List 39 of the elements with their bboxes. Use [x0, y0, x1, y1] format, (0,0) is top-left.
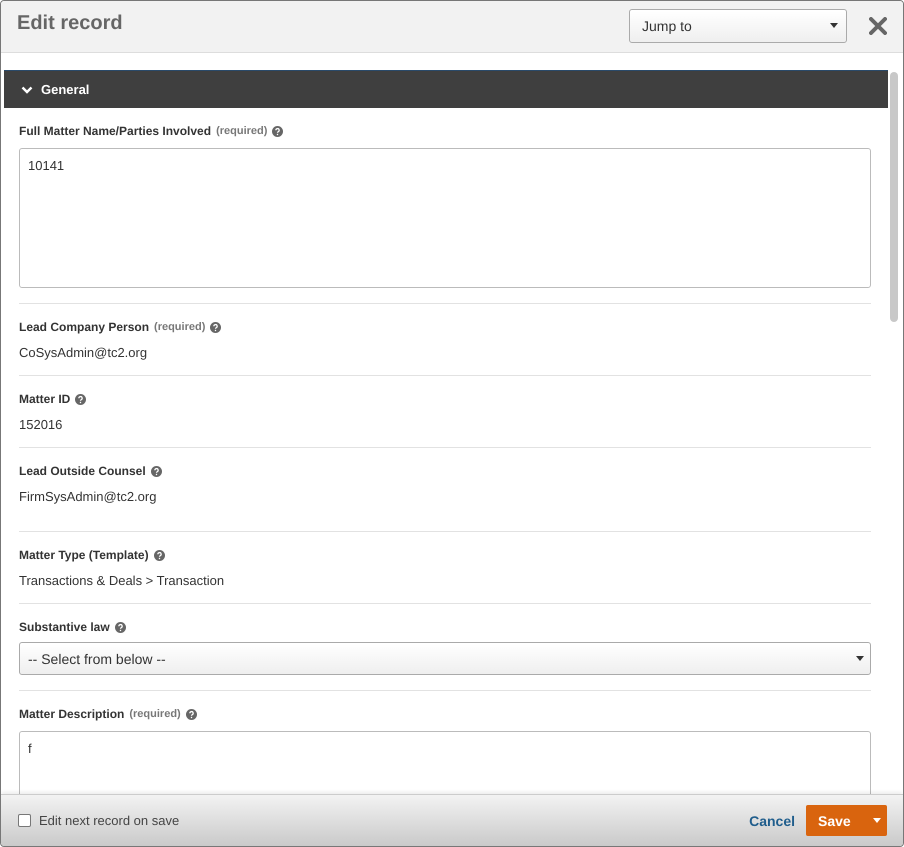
field-label: Full Matter Name/Parties Involved — [19, 124, 212, 138]
field-value: f — [28, 741, 32, 756]
help-icon[interactable] — [75, 394, 86, 404]
help-icon[interactable] — [114, 622, 126, 632]
field-value: 10141 — [28, 158, 64, 173]
section-header[interactable]: General — [4, 70, 888, 108]
field-value: FirmSysAdmin@tc2.org — [19, 489, 158, 504]
field-label: Lead Company Person — [19, 320, 150, 334]
cancel-link[interactable]: Cancel — [749, 812, 795, 828]
select-dropdown[interactable]: -- Select from below -- — [19, 642, 871, 675]
help-icon[interactable] — [186, 708, 197, 720]
chevron-icon — [21, 86, 33, 94]
field-label: Matter Description — [19, 707, 124, 721]
section-title: General — [41, 82, 90, 97]
field-label: Lead Outside Counsel — [19, 464, 146, 478]
checkbox-label: Edit next record on save — [39, 813, 180, 828]
caret-icon — [830, 23, 838, 28]
help-icon[interactable] — [150, 466, 162, 476]
scrollbar-thumb[interactable] — [890, 72, 898, 322]
caret-icon — [856, 656, 864, 661]
required-note: (required) — [216, 125, 268, 137]
save-button[interactable]: Save — [806, 805, 887, 836]
required-note: (required) — [154, 321, 206, 333]
jump-to-dropdown[interactable]: Jump to — [629, 8, 847, 42]
field-label: Substantive law — [19, 620, 110, 634]
checkbox[interactable] — [18, 814, 31, 827]
help-icon[interactable] — [154, 550, 165, 560]
required-note: (required) — [129, 708, 181, 720]
field-value: CoSysAdmin@tc2.org — [19, 345, 148, 360]
field-value: 152016 — [19, 417, 64, 432]
field-label: Matter ID — [19, 392, 70, 406]
field-label: Matter Type (Template) — [19, 548, 149, 562]
window-title: Edit record — [17, 12, 124, 35]
help-icon[interactable] — [272, 126, 284, 136]
close-icon[interactable] — [869, 16, 887, 34]
field-value: Transactions & Deals > Transaction — [19, 573, 226, 588]
caret-icon[interactable] — [872, 818, 881, 823]
text-area[interactable]: 10141 — [19, 148, 871, 288]
help-icon[interactable] — [210, 322, 222, 332]
